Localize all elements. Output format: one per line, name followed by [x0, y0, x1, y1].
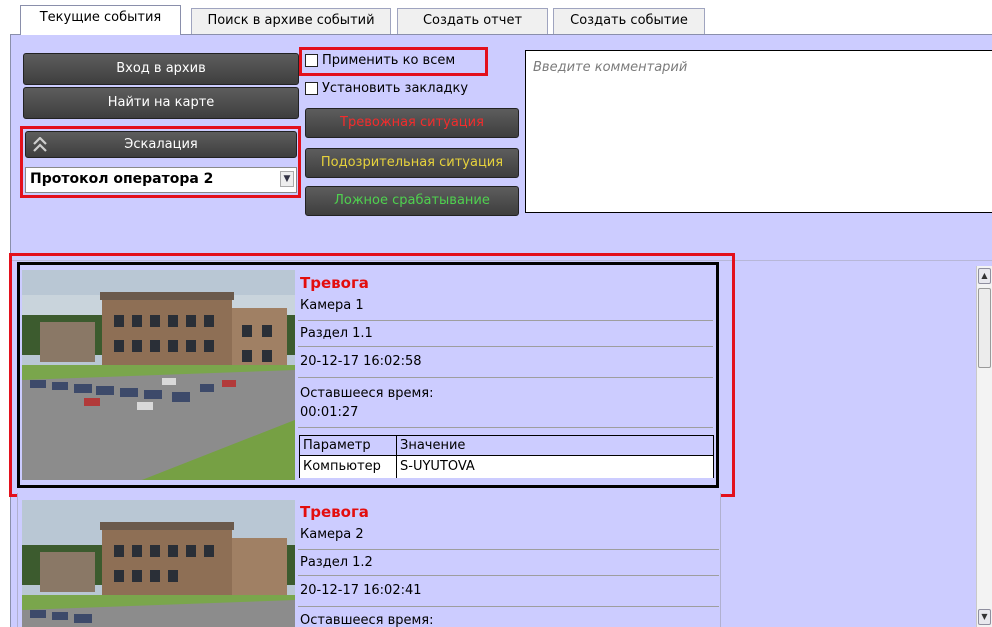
operator-protocol-select[interactable]: Протокол оператора 2 ▼	[25, 167, 297, 193]
event-2-title: Тревога	[300, 503, 369, 521]
scroll-up-icon[interactable]: ▲	[978, 268, 991, 284]
false-alarm-button[interactable]: Ложное срабатывание	[305, 186, 519, 216]
scroll-down-icon[interactable]: ▼	[978, 609, 991, 625]
event-2-snapshot[interactable]	[22, 500, 295, 627]
archive-button[interactable]: Вход в архив	[23, 53, 299, 85]
divider	[298, 606, 719, 607]
divider	[298, 377, 713, 378]
escalation-label: Эскалация	[124, 137, 198, 152]
alarm-situation-button[interactable]: Тревожная ситуация	[305, 108, 519, 138]
apply-all-checkbox-row[interactable]: Применить ко всем	[305, 53, 455, 68]
events-scrollbar[interactable]: ▲ ▼	[976, 266, 992, 627]
chevron-down-icon[interactable]: ▼	[280, 171, 294, 187]
operator-protocol-value: Протокол оператора 2	[30, 171, 214, 187]
scroll-thumb[interactable]	[978, 288, 991, 368]
event-1-snapshot[interactable]	[22, 270, 295, 480]
event-1-section: Раздел 1.1	[300, 326, 373, 341]
event-1-title: Тревога	[300, 274, 369, 292]
table-header-parameter: Параметр	[303, 438, 371, 453]
event-2-camera: Камера 2	[300, 527, 364, 542]
escalation-button[interactable]: Эскалация	[25, 131, 297, 158]
tab-current-events[interactable]: Текущие события	[20, 5, 181, 35]
divider	[396, 436, 397, 478]
divider	[298, 549, 719, 550]
tab-create-event[interactable]: Создать событие	[553, 8, 705, 34]
divider	[298, 346, 713, 347]
comment-textarea[interactable]: Введите комментарий	[525, 50, 992, 213]
event-2-remaining-label: Оставшееся время:	[300, 613, 434, 627]
event-1-remaining-value: 00:01:27	[300, 405, 359, 420]
apply-all-checkbox[interactable]	[305, 54, 318, 67]
event-1-datetime: 20-12-17 16:02:58	[300, 354, 422, 369]
divider	[298, 427, 713, 428]
divider	[298, 320, 713, 321]
tab-bar: Текущие события Поиск в архиве событий С…	[0, 0, 992, 35]
event-2-section: Раздел 1.2	[300, 555, 373, 570]
table-cell-parameter: Компьютер	[303, 459, 381, 474]
comment-placeholder: Введите комментарий	[533, 60, 688, 75]
bookmark-checkbox[interactable]	[305, 82, 318, 95]
divider	[298, 575, 719, 576]
suspicious-situation-button[interactable]: Подозрительная ситуация	[305, 148, 519, 178]
apply-all-label: Применить ко всем	[322, 53, 456, 68]
tab-create-report[interactable]: Создать отчет	[397, 8, 548, 34]
table-header-value: Значение	[400, 438, 466, 453]
escalation-icon	[33, 137, 47, 152]
event-2-datetime: 20-12-17 16:02:41	[300, 583, 422, 598]
find-on-map-button[interactable]: Найти на карте	[23, 87, 299, 119]
bookmark-label: Установить закладку	[322, 81, 469, 96]
table-cell-value: S-UYUTOVA	[400, 459, 475, 474]
camera-snapshot-image	[22, 500, 295, 627]
event-1-camera: Камера 1	[300, 298, 364, 313]
bookmark-checkbox-row[interactable]: Установить закладку	[305, 81, 468, 96]
event-1-params-table: Параметр Значение Компьютер S-UYUTOVA	[299, 435, 714, 478]
event-1-remaining-label: Оставшееся время:	[300, 386, 434, 401]
camera-snapshot-image	[22, 270, 295, 480]
tab-archive-search[interactable]: Поиск в архиве событий	[191, 8, 391, 34]
